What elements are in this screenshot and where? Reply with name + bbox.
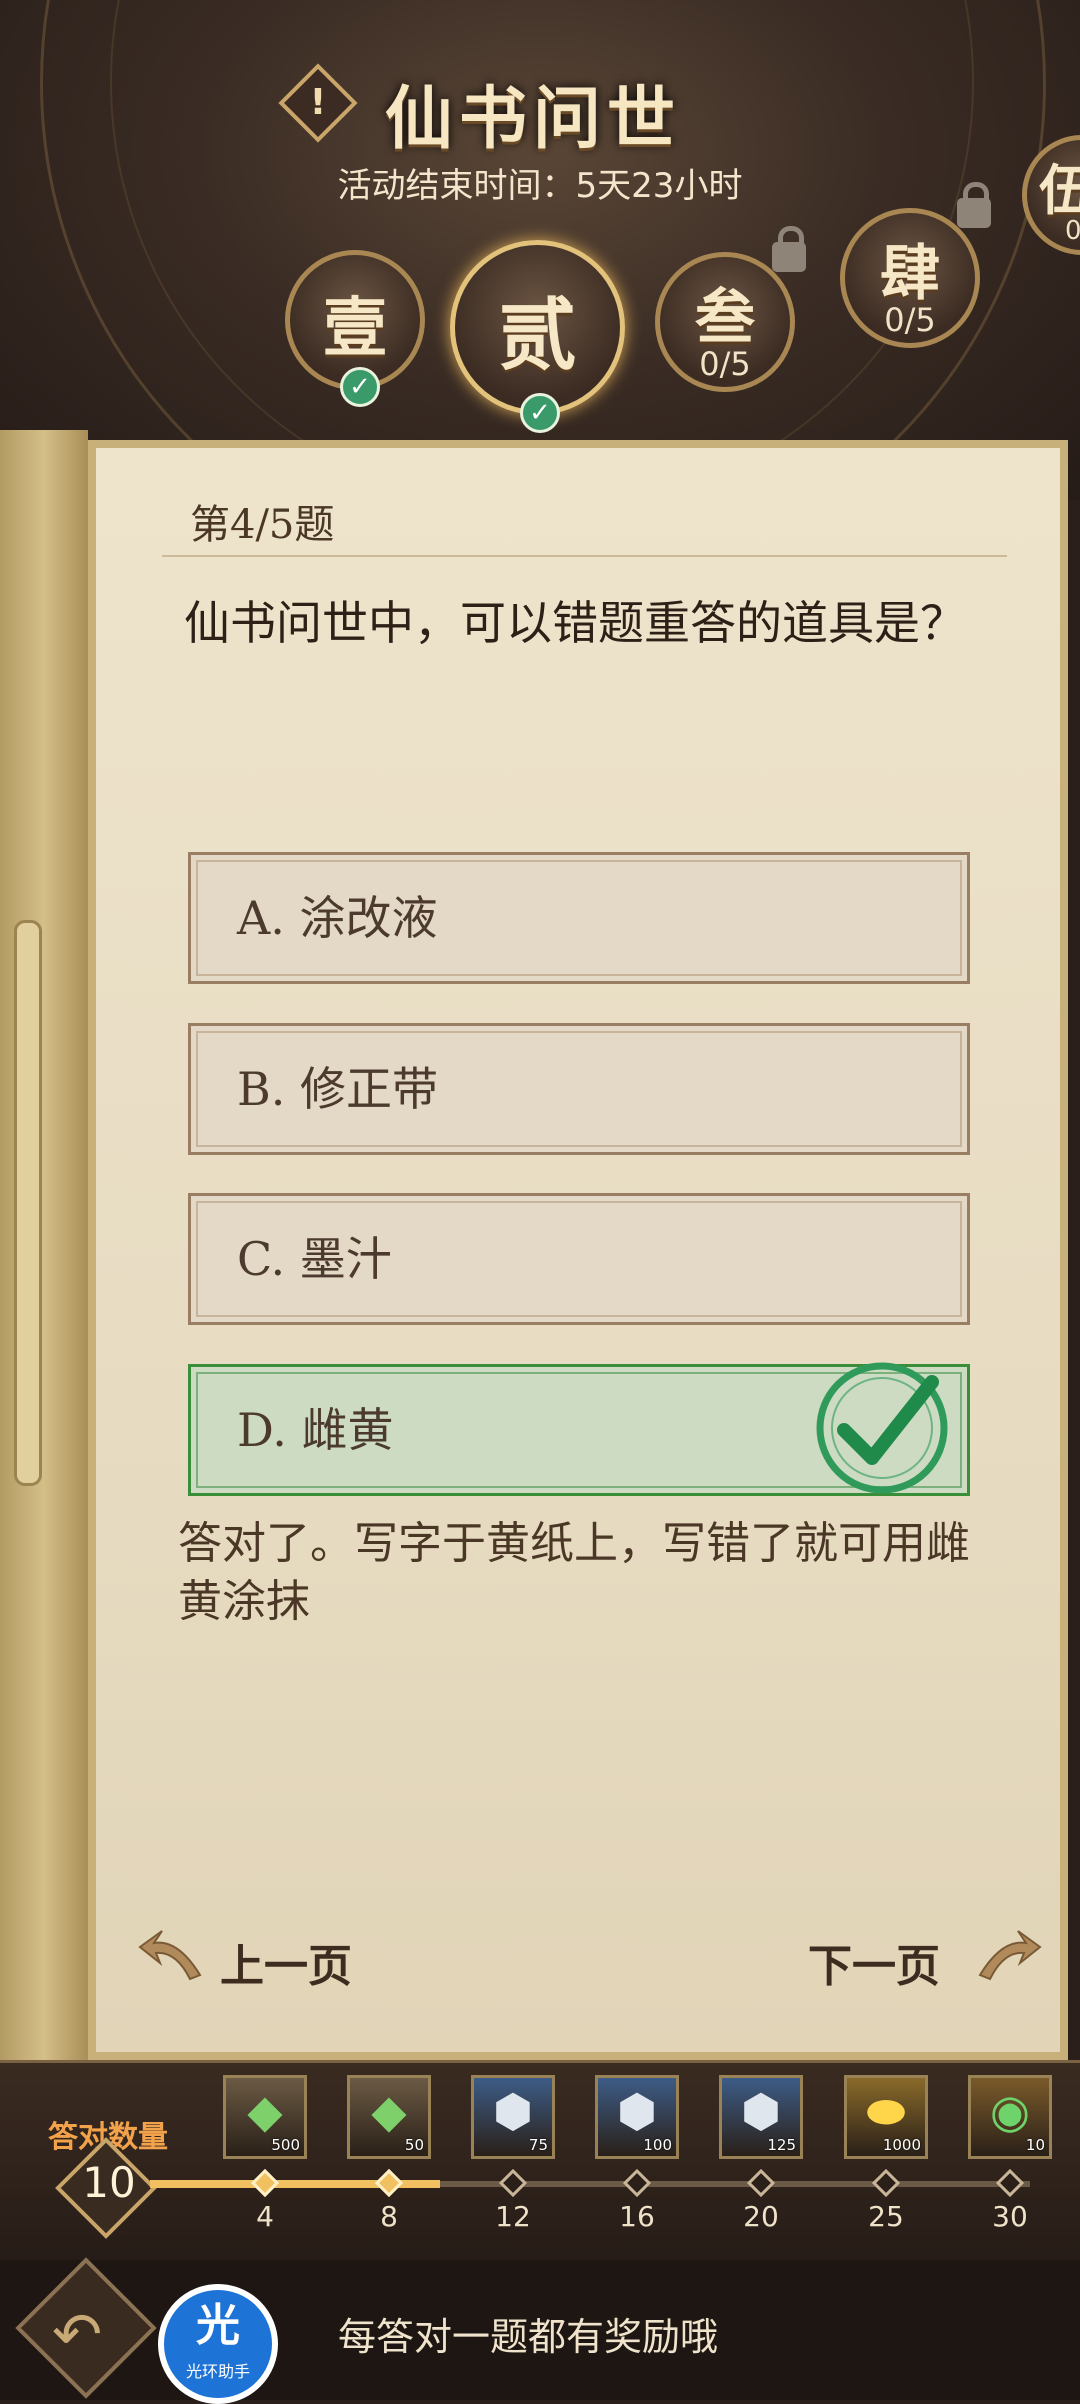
question-text: 仙书问世中，可以错题重答的道具是？ [184, 596, 966, 650]
option-label: A. 涂改液 [237, 891, 438, 945]
reward-item[interactable]: ⬢ 100 [595, 2075, 679, 2159]
next-page-button[interactable]: 下一页 [808, 1930, 940, 1994]
reward-item[interactable]: ◆ 500 [223, 2075, 307, 2159]
reward-item[interactable]: ⬢ 125 [719, 2075, 803, 2159]
header-banner: ! 仙书问世 活动结束时间：5天23小时 壹 ✓ 贰 ✓ 叁 0/5 肆 0/5… [0, 0, 1080, 500]
milestone-label: 8 [380, 2200, 398, 2233]
reward-item[interactable]: ⬢ 75 [471, 2075, 555, 2159]
option-b-button[interactable]: B. 修正带 [188, 1023, 970, 1155]
correct-check-icon [816, 1362, 948, 1494]
scroll-frame [0, 430, 88, 2070]
green-token-icon: ◆ [371, 2084, 407, 2138]
reward-quantity: 50 [404, 2136, 424, 2154]
footer-message: 每答对一题都有奖励哦 [338, 2315, 719, 2359]
question-number: 第4/5题 [190, 502, 335, 548]
lock-icon [957, 182, 991, 228]
option-c-button[interactable]: C. 墨汁 [188, 1193, 970, 1325]
option-a-button[interactable]: A. 涂改液 [188, 852, 970, 984]
reward-quantity: 75 [528, 2136, 548, 2154]
event-end-time: 活动结束时间：5天23小时 [337, 166, 743, 206]
milestone-label: 16 [619, 2200, 655, 2233]
gold-ingot-icon: ⬬ [866, 2084, 906, 2138]
helper-app-button[interactable]: 光 光环助手 [158, 2284, 278, 2404]
reward-quantity: 1000 [882, 2136, 921, 2154]
info-icon[interactable]: ! [278, 63, 358, 143]
milestone-label: 12 [495, 2200, 531, 2233]
option-label: C. 墨汁 [237, 1232, 392, 1286]
reward-quantity: 100 [643, 2136, 672, 2154]
silver-shield-icon: ⬢ [616, 2084, 658, 2138]
reward-quantity: 500 [271, 2136, 300, 2154]
milestone-label: 20 [743, 2200, 779, 2233]
prev-page-button[interactable]: 上一页 [220, 1930, 352, 1994]
answer-explanation: 答对了。写字于黄纸上，写错了就可用雌黄涂抹 [178, 1518, 970, 1627]
reward-quantity: 125 [767, 2136, 796, 2154]
reward-item[interactable]: ⬬ 1000 [844, 2075, 928, 2159]
lock-icon [772, 226, 806, 272]
completed-check-icon: ✓ [520, 393, 560, 433]
option-label: D. 雌黄 [237, 1403, 394, 1457]
divider [162, 555, 1007, 557]
milestone-label: 30 [992, 2200, 1028, 2233]
next-arrow-icon[interactable] [972, 1925, 1042, 1985]
stage-5-button[interactable]: 伍 0 [1022, 135, 1080, 255]
back-arrow-icon[interactable]: ↶ [52, 2300, 102, 2370]
jade-dragon-icon: ◉ [989, 2084, 1031, 2138]
milestone-label: 4 [256, 2200, 274, 2233]
silver-shield-icon: ⬢ [740, 2084, 782, 2138]
completed-check-icon: ✓ [340, 367, 380, 407]
stage-3-button[interactable]: 叁 0/5 [655, 252, 795, 392]
milestone-label: 25 [868, 2200, 904, 2233]
reward-quantity: 10 [1025, 2136, 1045, 2154]
reward-item[interactable]: ◉ 10 [968, 2075, 1052, 2159]
stage-4-button[interactable]: 肆 0/5 [840, 208, 980, 348]
option-label: B. 修正带 [237, 1062, 439, 1116]
page-title: 仙书问世 [385, 79, 682, 159]
stage-2-button[interactable]: 贰 ✓ [450, 240, 625, 433]
stage-1-button[interactable]: 壹 ✓ [285, 250, 425, 407]
scrollbar-track[interactable] [14, 920, 42, 1486]
title-row: ! 仙书问世 [0, 55, 1080, 159]
green-token-icon: ◆ [247, 2084, 283, 2138]
prev-arrow-icon[interactable] [138, 1925, 208, 1985]
silver-shield-icon: ⬢ [492, 2084, 534, 2138]
correct-count-value: 10 [82, 2158, 136, 2207]
reward-item[interactable]: ◆ 50 [347, 2075, 431, 2159]
